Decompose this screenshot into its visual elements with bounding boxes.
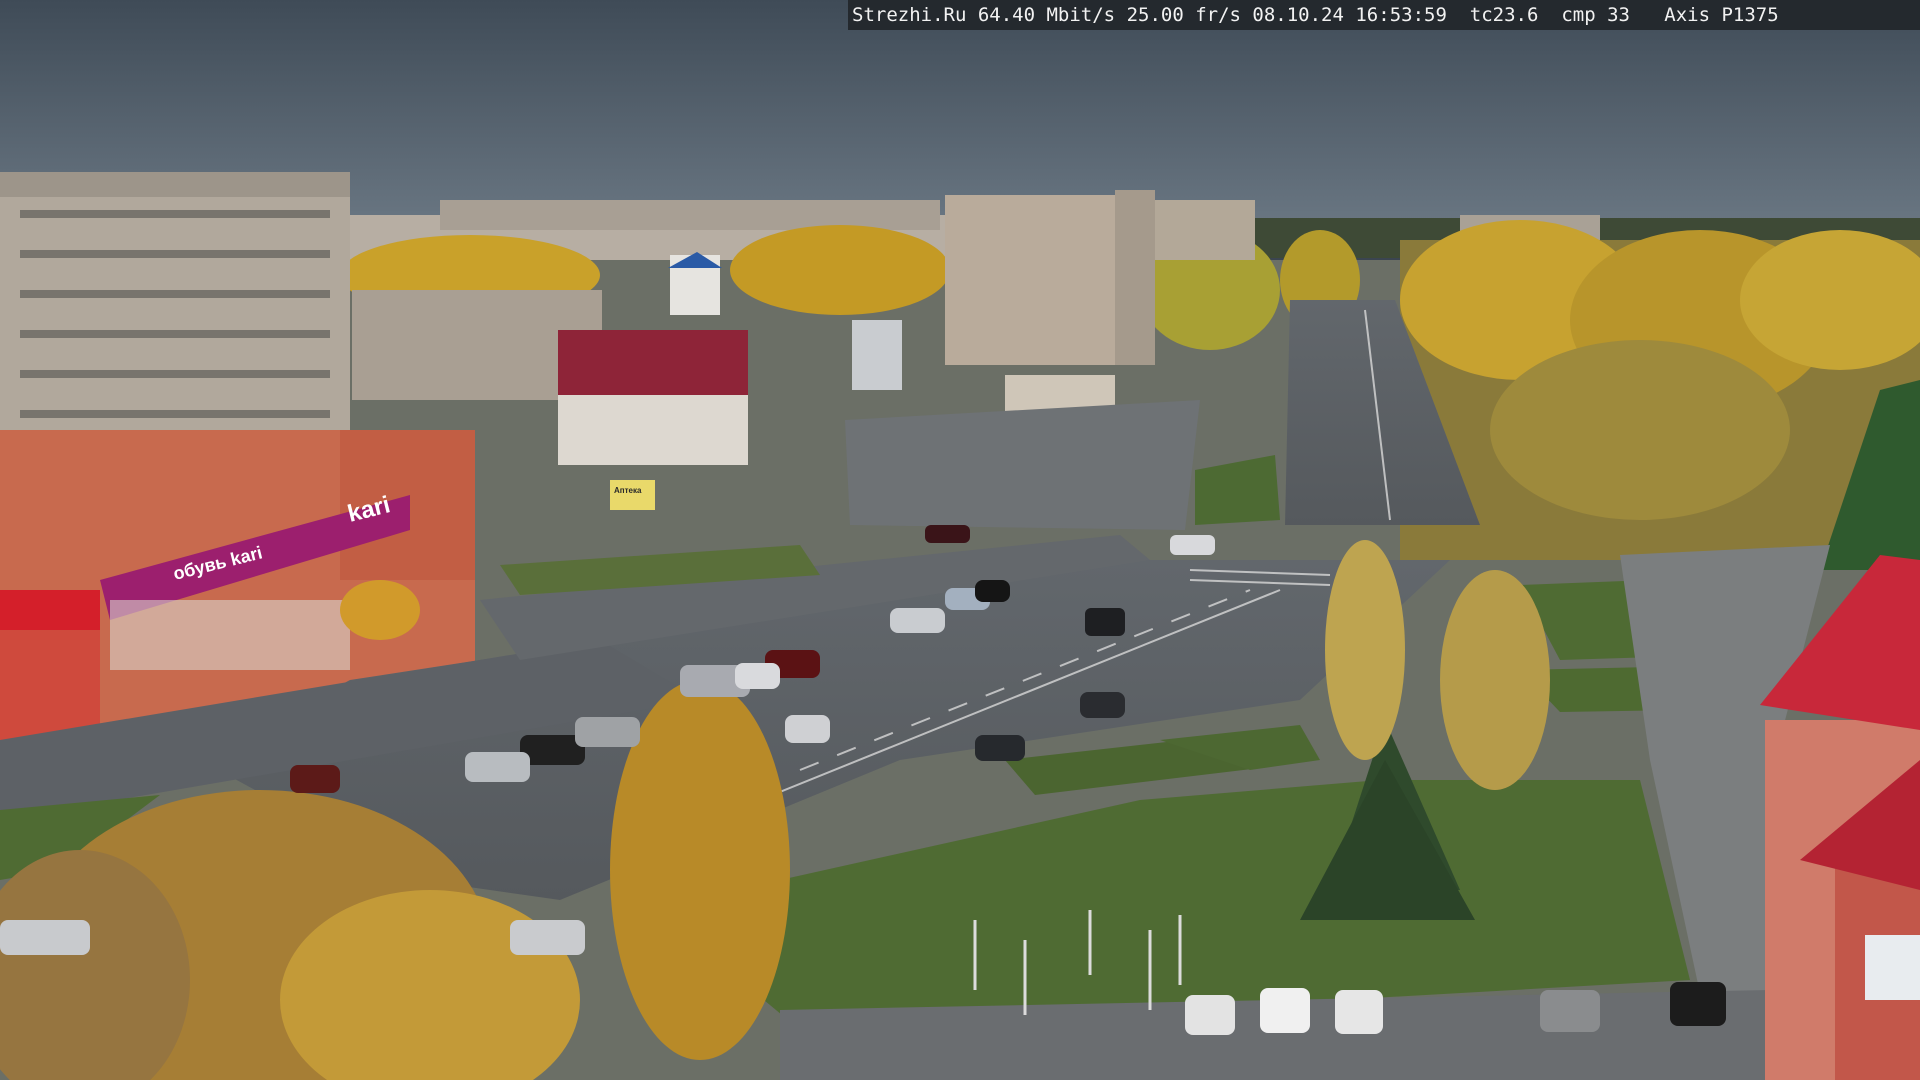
overlay-temperature: tc23.6: [1469, 4, 1539, 26]
overlay-site: Strezhi.Ru: [852, 4, 967, 26]
overlay-datetime: 08.10.24 16:53:59: [1252, 4, 1447, 26]
plaza-parking: [845, 400, 1200, 530]
webcam-scene: kari обувь kari Аптека: [0, 0, 1920, 1080]
billboard: Аптека: [610, 480, 655, 510]
birch-forest-right: [1400, 220, 1920, 570]
overlay-compression: cmp 33: [1561, 4, 1630, 26]
overlay-camera-model: Axis P1375: [1664, 4, 1779, 26]
billboard-text: Аптека: [614, 486, 642, 495]
overlay-bitrate: 64.40 Mbit/s: [977, 4, 1116, 26]
camera-info-overlay: Strezhi.Ru 64.40 Mbit/s 25.00 fr/s 08.10…: [848, 0, 1920, 30]
camera-frame: kari обувь kari Аптека Strezhi.Ru 64.40 …: [0, 0, 1920, 1080]
overlay-framerate: 25.00 fr/s: [1126, 4, 1241, 26]
